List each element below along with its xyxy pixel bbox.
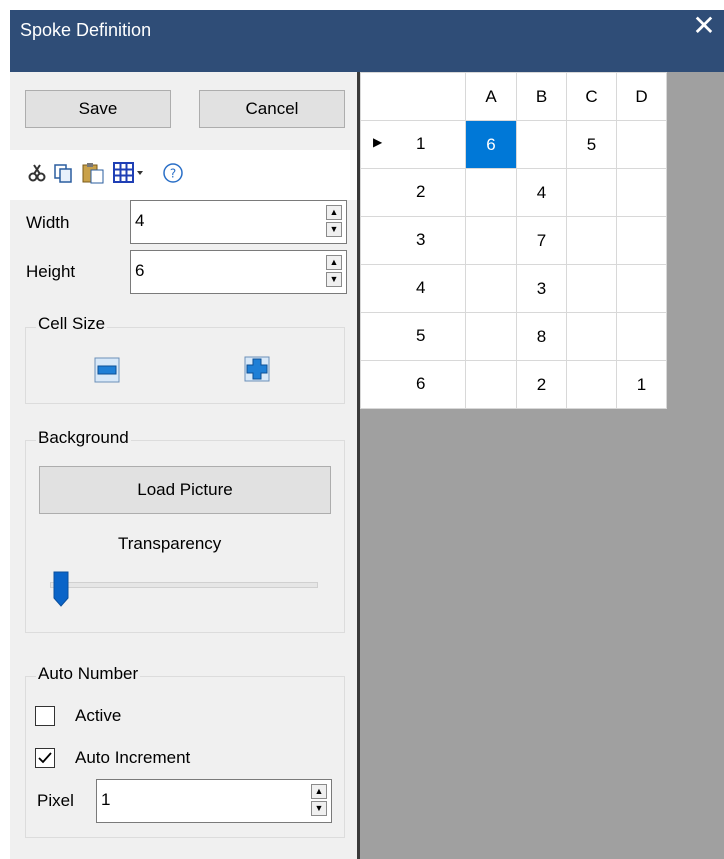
height-value: 6 [135, 261, 145, 280]
row-header-label: 1 [416, 134, 426, 153]
column-header[interactable]: D [616, 72, 667, 121]
row-header-label: 5 [416, 326, 426, 345]
grid-header-row: A B C D [360, 72, 667, 121]
grid-cell[interactable]: 7 [516, 216, 567, 265]
down-arrow-icon[interactable]: ▼ [326, 272, 342, 287]
column-header[interactable]: A [465, 72, 517, 121]
height-label: Height [26, 262, 76, 281]
grid-cell[interactable]: 6 [465, 120, 517, 169]
row-header-label: 4 [416, 278, 426, 297]
active-checkbox[interactable] [35, 706, 55, 726]
grid-row: 6 2 1 [360, 360, 667, 409]
grid-corner-cell[interactable] [360, 72, 466, 121]
height-stepper[interactable]: ▲ ▼ [326, 255, 344, 289]
auto-number-legend: Auto Number [36, 664, 141, 684]
paste-icon[interactable] [80, 160, 106, 186]
help-glyph: ? [170, 167, 176, 181]
current-row-indicator-icon: ▶ [373, 135, 383, 149]
grid-cell[interactable]: 8 [516, 312, 567, 361]
grid-row: 4 3 [360, 264, 667, 313]
close-icon[interactable]: ✕ [690, 12, 718, 40]
auto-increment-label[interactable]: Auto Increment [75, 748, 190, 768]
help-icon[interactable]: ? [160, 160, 186, 186]
decrease-cell-size-button[interactable] [94, 357, 120, 383]
grid-cell[interactable] [566, 360, 617, 409]
cell-size-group [25, 327, 345, 404]
pixel-label: Pixel [37, 791, 74, 810]
grid-cell[interactable] [616, 216, 667, 265]
grid-cell[interactable] [616, 120, 667, 169]
grid-cell[interactable]: 2 [516, 360, 567, 409]
save-button[interactable]: Save [25, 90, 171, 128]
grid-cell[interactable] [465, 312, 517, 361]
column-header[interactable]: B [516, 72, 567, 121]
grid-cell[interactable] [566, 312, 617, 361]
grid-cell[interactable] [566, 168, 617, 217]
grid-cell[interactable] [465, 168, 517, 217]
width-stepper[interactable]: ▲ ▼ [326, 205, 344, 239]
window-title: Spoke Definition [20, 20, 152, 40]
row-header[interactable]: 4 [360, 264, 466, 313]
grid-row: ▶ 1 6 5 [360, 120, 667, 169]
row-header-label: 6 [416, 374, 426, 393]
pixel-stepper[interactable]: ▲ ▼ [311, 784, 329, 818]
width-value: 4 [135, 211, 145, 230]
up-arrow-icon[interactable]: ▲ [326, 205, 342, 220]
width-field[interactable]: 4 ▲ ▼ [130, 200, 347, 244]
pixel-field[interactable]: 1 ▲ ▼ [96, 779, 332, 823]
row-header-label: 3 [416, 230, 426, 249]
auto-increment-checkbox[interactable] [35, 748, 55, 768]
transparency-slider-thumb[interactable] [52, 570, 72, 610]
row-header[interactable]: 6 [360, 360, 466, 409]
grid-cell[interactable] [616, 168, 667, 217]
grid-cell[interactable] [465, 216, 517, 265]
grid-cell[interactable]: 3 [516, 264, 567, 313]
pixel-value: 1 [101, 790, 111, 809]
row-header[interactable]: 3 [360, 216, 466, 265]
grid-cell[interactable]: 1 [616, 360, 667, 409]
grid-dropdown-icon[interactable] [110, 160, 150, 186]
row-header[interactable]: ▶ 1 [360, 120, 466, 169]
grid-cell[interactable] [566, 264, 617, 313]
grid-cell[interactable]: 4 [516, 168, 567, 217]
grid-row: 5 8 [360, 312, 667, 361]
background-legend: Background [36, 428, 131, 448]
down-arrow-icon[interactable]: ▼ [311, 801, 327, 816]
grid-cell[interactable]: 5 [566, 120, 617, 169]
up-arrow-icon[interactable]: ▲ [326, 255, 342, 270]
grid-row: 3 7 [360, 216, 667, 265]
cancel-button[interactable]: Cancel [199, 90, 345, 128]
grid-cell[interactable] [516, 120, 567, 169]
cut-icon[interactable] [24, 160, 50, 186]
transparency-label: Transparency [118, 534, 222, 553]
grid-cell[interactable] [566, 216, 617, 265]
row-header[interactable]: 2 [360, 168, 466, 217]
grid-cell[interactable] [465, 360, 517, 409]
grid-cell[interactable] [616, 264, 667, 313]
spoke-grid: A B C D ▶ 1 6 5 2 4 3 7 4 3 5 8 6 2 1 [360, 72, 667, 409]
active-label[interactable]: Active [75, 706, 121, 726]
grid-row: 2 4 [360, 168, 667, 217]
copy-icon[interactable] [50, 160, 76, 186]
up-arrow-icon[interactable]: ▲ [311, 784, 327, 799]
row-header[interactable]: 5 [360, 312, 466, 361]
cell-size-legend: Cell Size [36, 314, 108, 334]
row-header-label: 2 [416, 182, 426, 201]
down-arrow-icon[interactable]: ▼ [326, 222, 342, 237]
column-header[interactable]: C [566, 72, 617, 121]
checkmark-icon [38, 752, 52, 764]
increase-cell-size-button[interactable] [244, 356, 270, 382]
transparency-track[interactable] [50, 582, 318, 588]
height-field[interactable]: 6 ▲ ▼ [130, 250, 347, 294]
load-picture-button[interactable]: Load Picture [39, 466, 331, 514]
grid-cell[interactable] [465, 264, 517, 313]
grid-cell[interactable] [616, 312, 667, 361]
width-label: Width [26, 213, 70, 232]
